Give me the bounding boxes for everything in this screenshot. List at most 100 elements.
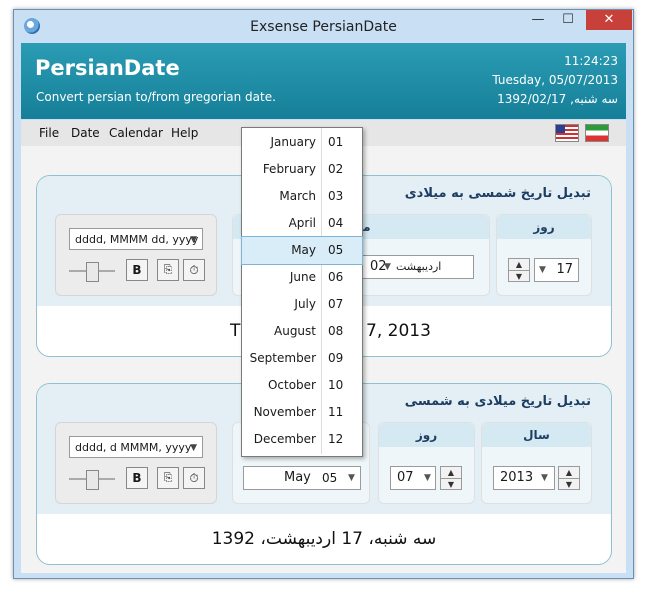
month-option-name: January — [270, 135, 317, 149]
day-combo[interactable]: ▼ 17 — [534, 258, 579, 282]
panel-title: تبدیل تاریخ شمسی به میلادی — [404, 186, 591, 201]
month-name-value: May — [284, 470, 311, 485]
persian-month-combo[interactable]: 02 اردیبهشت ▼ — [361, 255, 474, 279]
arrow-down-icon[interactable]: ▼ — [509, 271, 529, 282]
month-option-number: 02 — [328, 162, 344, 176]
format-box: dddd, MMMM dd, yyyy ▼ B ⎘ ⏱ — [55, 214, 217, 296]
format-box: dddd, d MMMM, yyyy ▼ B ⎘ ⏱ — [55, 422, 217, 504]
format-value: dddd, MMMM dd, yyyy — [75, 233, 199, 246]
chevron-down-icon: ▼ — [541, 473, 548, 483]
clock-icon: ⏱ — [189, 471, 199, 485]
month-option-name: July — [294, 297, 316, 311]
month-option-name: August — [274, 324, 316, 338]
month-option[interactable]: August 08 — [242, 318, 362, 345]
menu-calendar[interactable]: Calendar — [109, 126, 163, 140]
result-text-right: 7, 2013 — [366, 321, 431, 341]
maximize-button[interactable]: ☐ — [554, 10, 582, 30]
month-option-number: 07 — [328, 297, 344, 311]
month-option[interactable]: April 04 — [242, 210, 362, 237]
slider-thumb[interactable] — [86, 262, 99, 282]
month-option-selected[interactable]: May 05 — [241, 236, 363, 265]
arrow-down-icon[interactable]: ▼ — [441, 479, 461, 490]
month-option-number: 03 — [328, 189, 344, 203]
month-option[interactable]: July 07 — [242, 291, 362, 318]
day-value: 17 — [556, 262, 573, 277]
slider-thumb[interactable] — [86, 470, 99, 490]
arrow-up-icon[interactable]: ▲ — [559, 467, 579, 479]
month-option-name: March — [279, 189, 316, 203]
month-option[interactable]: November 11 — [242, 399, 362, 426]
month-option[interactable]: February 02 — [242, 156, 362, 183]
arrow-up-icon[interactable]: ▲ — [509, 259, 529, 271]
day-column: روز 07 ▼ ▲ ▼ — [378, 422, 475, 504]
year-header: سال — [482, 423, 591, 447]
chevron-down-icon: ▼ — [190, 235, 197, 245]
size-slider[interactable] — [69, 469, 115, 490]
year-combo[interactable]: 2013 ▼ — [493, 466, 555, 490]
month-option[interactable]: December 12 — [242, 426, 362, 453]
day-combo[interactable]: 07 ▼ — [390, 466, 436, 490]
now-button[interactable]: ⏱ — [183, 259, 205, 281]
minimize-button[interactable]: — — [524, 10, 552, 30]
month-option-number: 12 — [328, 432, 344, 446]
current-persian-date: 1392/02/17 ,سه شنبه — [497, 92, 618, 106]
menu-file[interactable]: File — [39, 126, 59, 140]
month-option[interactable]: March 03 — [242, 183, 362, 210]
day-spinner[interactable]: ▲ ▼ — [440, 466, 462, 490]
month-option-number: 06 — [328, 270, 344, 284]
bold-button[interactable]: B — [126, 259, 148, 281]
clock-panel: 11:24:23 Tuesday, 05/07/2013 1392/02/17 … — [492, 52, 618, 109]
day-value: 07 — [397, 470, 414, 485]
title-bar[interactable]: Exsense PersianDate — ☐ ✕ — [14, 10, 633, 42]
month-num-value: 05 — [322, 471, 338, 485]
month-option-name: June — [289, 270, 316, 284]
year-spinner[interactable]: ▲ ▼ — [558, 466, 580, 490]
month-option-name: February — [262, 162, 316, 176]
day-spinner[interactable]: ▲ ▼ — [508, 258, 530, 282]
month-option-name: October — [267, 378, 316, 392]
day-header: روز — [379, 423, 474, 447]
arrow-down-icon[interactable]: ▼ — [559, 479, 579, 490]
month-option-number: 10 — [328, 378, 344, 392]
year-value: 2013 — [500, 470, 534, 485]
format-select[interactable]: dddd, MMMM dd, yyyy ▼ — [69, 228, 203, 250]
conversion-result: سه شنبه، 17 اردیبهشت، 1392 — [211, 529, 437, 549]
gregorian-month-combo[interactable]: May 05 ▼ — [243, 466, 361, 490]
month-option-number: 11 — [328, 405, 344, 419]
month-option-number: 04 — [328, 216, 344, 230]
iran-flag-icon[interactable] — [585, 124, 609, 142]
copy-button[interactable]: ⎘ — [157, 259, 179, 281]
month-option-name: April — [288, 216, 316, 230]
chevron-down-icon: ▼ — [384, 262, 391, 272]
tagline: Convert persian to/from gregorian date. — [36, 90, 276, 104]
month-option-number: 01 — [328, 135, 344, 149]
arrow-up-icon[interactable]: ▲ — [441, 467, 461, 479]
us-flag-icon[interactable] — [555, 124, 579, 142]
month-option-name: September — [249, 351, 316, 365]
month-option[interactable]: January 01 — [242, 129, 362, 156]
month-option[interactable]: June 06 — [242, 264, 362, 291]
month-option[interactable]: September 09 — [242, 345, 362, 372]
clock-icon: ⏱ — [189, 263, 199, 277]
copy-icon: ⎘ — [163, 263, 173, 276]
chevron-down-icon: ▼ — [424, 473, 431, 483]
chevron-down-icon: ▼ — [190, 443, 197, 453]
month-option[interactable]: October 10 — [242, 372, 362, 399]
menu-date[interactable]: Date — [71, 126, 100, 140]
result-text-left: T — [230, 321, 241, 341]
format-value: dddd, d MMMM, yyyy — [75, 441, 192, 454]
app-header: PersianDate Convert persian to/from greg… — [21, 43, 626, 119]
brand-title: PersianDate — [35, 56, 180, 80]
month-option-number: 08 — [328, 324, 344, 338]
menu-help[interactable]: Help — [171, 126, 198, 140]
day-column: روز ▲ ▼ ▼ 17 — [496, 214, 592, 296]
copy-button[interactable]: ⎘ — [157, 467, 179, 489]
close-button[interactable]: ✕ — [586, 10, 632, 30]
size-slider[interactable] — [69, 261, 115, 282]
month-name-value: اردیبهشت — [396, 260, 442, 273]
format-select[interactable]: dddd, d MMMM, yyyy ▼ — [69, 436, 203, 458]
now-button[interactable]: ⏱ — [183, 467, 205, 489]
panel-title: تبدیل تاریخ میلادی به شمسی — [404, 394, 591, 409]
bold-button[interactable]: B — [126, 467, 148, 489]
month-dropdown-list[interactable]: January 01 February 02 March 03 April 04 May… — [241, 127, 363, 457]
